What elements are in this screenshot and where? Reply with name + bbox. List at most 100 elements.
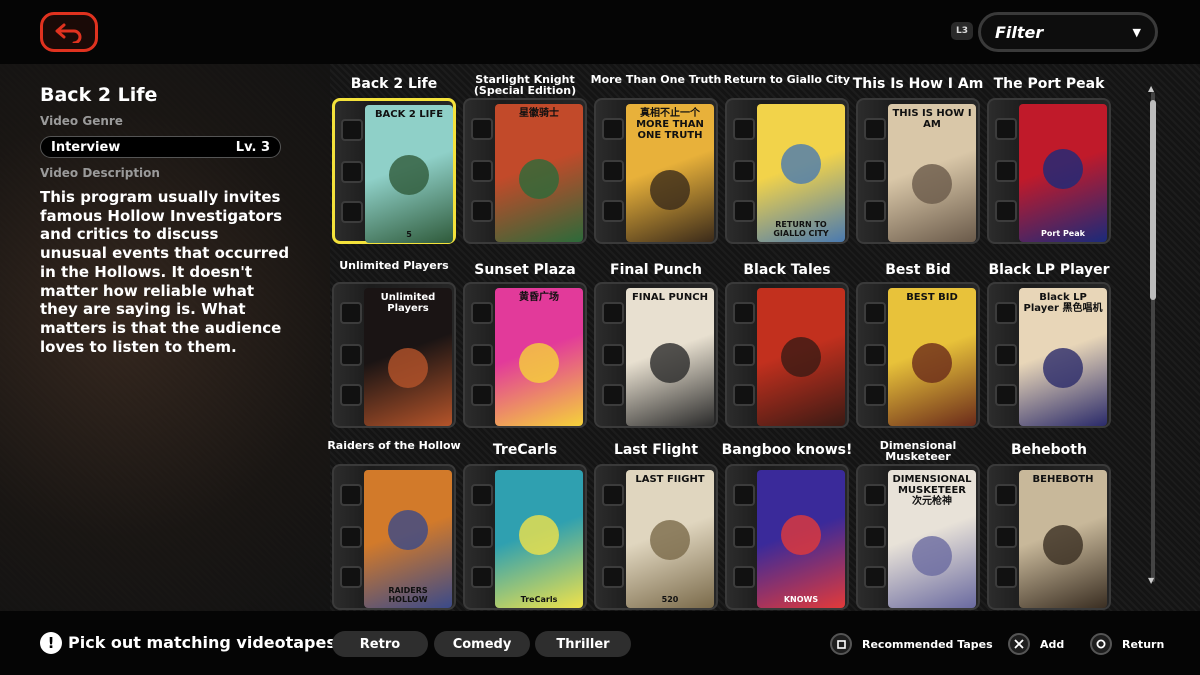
- videotape[interactable]: 星徽骑士: [463, 98, 587, 244]
- return-prompt[interactable]: Return: [1090, 633, 1164, 655]
- cover-illustration: [781, 514, 821, 555]
- tape-cover-art: BACK 2 LIFE 5: [365, 105, 453, 243]
- tape-reel-icon: [471, 384, 493, 406]
- tape-reel-icon: [340, 344, 362, 366]
- videotape[interactable]: DIMENSIONAL MUSKETEER 次元枪神: [856, 464, 980, 610]
- cover-caption-text: 5: [406, 230, 412, 239]
- tape-reel-icon: [602, 566, 624, 588]
- tape-reel-icon: [602, 344, 624, 366]
- hint-text: Pick out matching videotapes: [68, 633, 336, 652]
- tag-comedy[interactable]: Comedy: [434, 631, 530, 657]
- cover-illustration: [388, 510, 428, 550]
- tape-title: Raiders of the Hollow: [327, 439, 461, 452]
- tape-reel-icon: [864, 344, 886, 366]
- tape-cover-art: Unlimited Players: [364, 288, 452, 426]
- tape-reel-icon: [864, 160, 886, 182]
- video-description-label: Video Description: [40, 166, 160, 180]
- videotape[interactable]: FINAL PUNCH: [594, 282, 718, 428]
- cover-illustration: [650, 169, 690, 210]
- cover-illustration: [650, 342, 690, 383]
- videotape[interactable]: THIS IS HOW I AM: [856, 98, 980, 244]
- videotape[interactable]: 黄昏广场: [463, 282, 587, 428]
- genre-level: Lv. 3: [235, 139, 270, 155]
- tape-title: Starlight Knight (Special Edition): [473, 73, 577, 97]
- videotape[interactable]: BEHEBOTH: [987, 464, 1111, 610]
- cover-title-text: DIMENSIONAL MUSKETEER 次元枪神: [892, 474, 972, 507]
- add-prompt[interactable]: Add: [1008, 633, 1064, 655]
- tape-reel-icon: [733, 384, 755, 406]
- tape-title: Sunset Plaza: [474, 262, 576, 278]
- videotape[interactable]: LAST FIIGHT 520: [594, 464, 718, 610]
- cover-title-text: BEHEBOTH: [1032, 474, 1094, 485]
- tape-title: Black LP Player: [988, 262, 1110, 278]
- tape-reel-icon: [733, 566, 755, 588]
- cover-caption-text: Port Peak: [1041, 229, 1085, 238]
- videotape[interactable]: Black LP Player 黑色唱机: [987, 282, 1111, 428]
- cover-title-text: LAST FIIGHT: [635, 474, 705, 485]
- tag-thriller[interactable]: Thriller: [535, 631, 631, 657]
- cover-illustration: [519, 158, 559, 199]
- tape-reel-icon: [602, 160, 624, 182]
- tape-title: Return to Giallo City: [723, 73, 851, 86]
- scroll-down-icon[interactable]: ▼: [1148, 576, 1154, 585]
- genre-badge: Interview Lv. 3: [40, 136, 281, 158]
- exclamation-icon: !: [40, 632, 62, 654]
- videotape[interactable]: TreCarls: [463, 464, 587, 610]
- add-label: Add: [1040, 637, 1065, 651]
- videotape[interactable]: 真相不止一个 MORE THAN ONE TRUTH: [594, 98, 718, 244]
- top-bar: L3 Filter ▼: [0, 0, 1200, 64]
- cover-title-text: 星徽骑士: [519, 108, 559, 119]
- filter-dropdown[interactable]: Filter ▼: [978, 12, 1158, 52]
- tape-cover-art: LAST FIIGHT 520: [626, 470, 714, 608]
- videotape[interactable]: [725, 282, 849, 428]
- tape-reel-icon: [864, 526, 886, 548]
- tape-reel-icon: [733, 118, 755, 140]
- videotape[interactable]: RAIDERS HOLLOW: [332, 464, 456, 610]
- cover-title-text: BEST BID: [906, 292, 958, 303]
- circle-button-icon: [1090, 633, 1112, 655]
- tape-reel-icon: [602, 302, 624, 324]
- tape-reel-icon: [995, 160, 1017, 182]
- tape-reel-icon: [733, 160, 755, 182]
- tag-retro[interactable]: Retro: [332, 631, 428, 657]
- cover-title-text: 真相不止一个 MORE THAN ONE TRUTH: [636, 108, 704, 141]
- filter-label: Filter: [995, 22, 1044, 42]
- cover-illustration: [1043, 348, 1083, 388]
- tape-reel-icon: [340, 484, 362, 506]
- tape-reel-icon: [602, 384, 624, 406]
- selected-videotape[interactable]: BACK 2 LIFE 5: [332, 98, 456, 244]
- video-genre-label: Video Genre: [40, 114, 123, 128]
- videotape[interactable]: RETURN TO GIALLO CITY: [725, 98, 849, 244]
- cover-illustration: [388, 348, 428, 388]
- tape-cover-art: 真相不止一个 MORE THAN ONE TRUTH: [626, 104, 714, 242]
- tape-reel-icon: [602, 526, 624, 548]
- cover-illustration: [519, 514, 559, 555]
- tape-reel-icon: [864, 118, 886, 140]
- tape-title: Beheboth: [1011, 442, 1087, 458]
- l3-button-icon: L3: [951, 22, 973, 40]
- square-button-icon: [830, 633, 852, 655]
- tape-cover-art: 星徽骑士: [495, 104, 583, 242]
- tape-reel-icon: [340, 566, 362, 588]
- cover-title-text: Unlimited Players: [380, 292, 436, 314]
- tape-reel-icon: [340, 384, 362, 406]
- videotape[interactable]: BEST BID: [856, 282, 980, 428]
- videotape[interactable]: KNOWS: [725, 464, 849, 610]
- cover-caption-text: TreCarls: [520, 595, 558, 604]
- tape-cover-art: DIMENSIONAL MUSKETEER 次元枪神: [888, 470, 976, 608]
- cover-illustration: [1043, 524, 1083, 565]
- scrollbar-thumb[interactable]: [1150, 100, 1156, 300]
- tape-reel-icon: [340, 302, 362, 324]
- info-panel: Back 2 Life Video Genre Interview Lv. 3 …: [40, 84, 290, 356]
- tape-reel-icon: [733, 526, 755, 548]
- return-button[interactable]: [40, 12, 98, 52]
- tape-reel-icon: [995, 384, 1017, 406]
- cover-title-text: Black LP Player 黑色唱机: [1023, 292, 1103, 314]
- cover-title-text: 黄昏广场: [519, 292, 559, 303]
- videotape[interactable]: Port Peak: [987, 98, 1111, 244]
- recommended-tapes-prompt[interactable]: Recommended Tapes: [830, 633, 993, 655]
- tape-reel-icon: [995, 526, 1017, 548]
- videotape[interactable]: Unlimited Players: [332, 282, 456, 428]
- tape-reel-icon: [995, 200, 1017, 222]
- tape-reel-icon: [995, 484, 1017, 506]
